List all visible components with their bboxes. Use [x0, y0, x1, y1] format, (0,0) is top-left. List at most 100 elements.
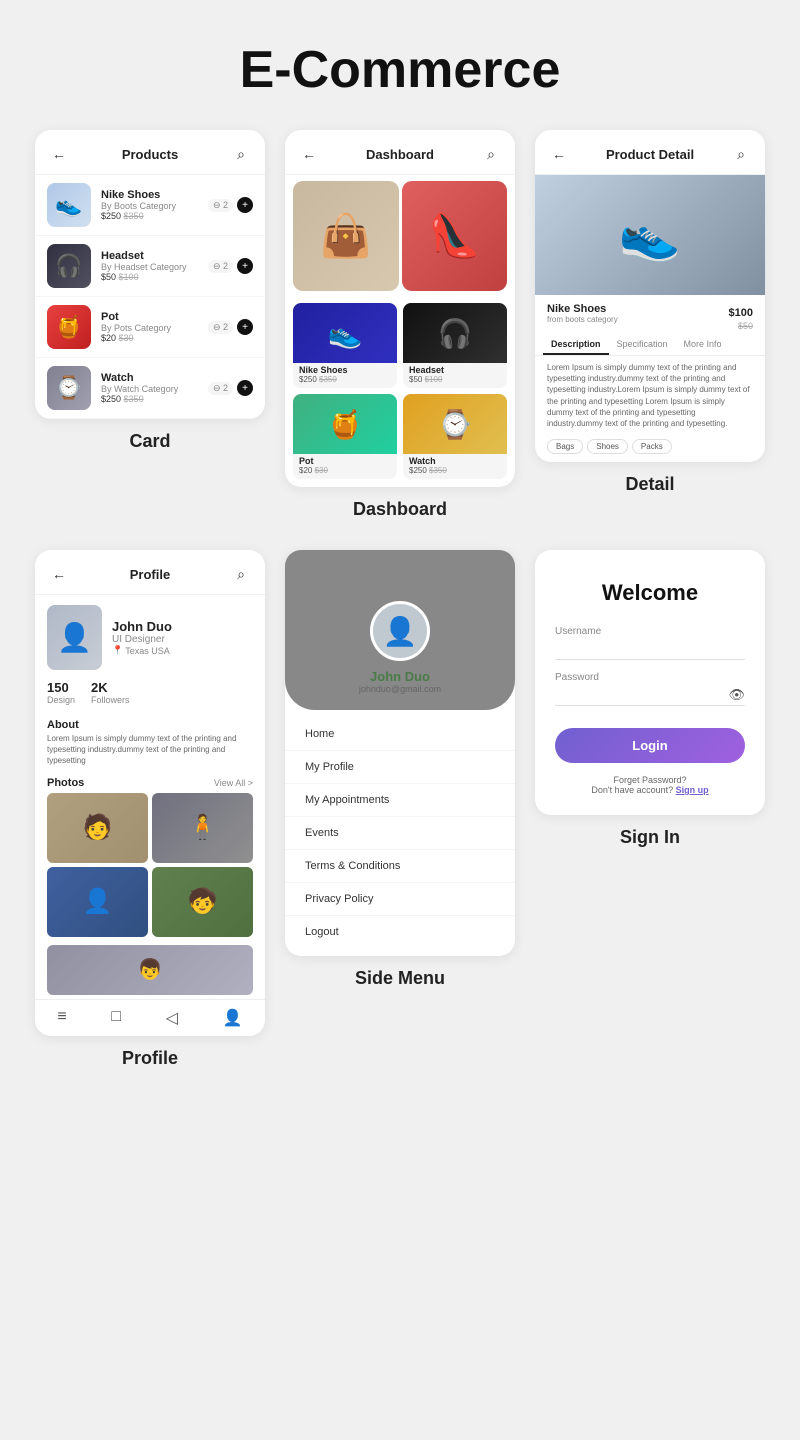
forgot-password-link[interactable]: Forget Password?: [613, 775, 686, 785]
photo-4: 🧒: [152, 867, 253, 937]
tag-shoes[interactable]: Shoes: [587, 439, 628, 454]
menu-item-profile[interactable]: My Profile: [285, 751, 515, 784]
profile-ui: ← Profile ⌕ 👤 John Duo UI Designer 📍 Tex…: [35, 550, 265, 1036]
product-thumb-shoes: 👟: [47, 183, 91, 227]
product-item-shoes[interactable]: 👟 Nike Shoes By Boots Category $250 $350…: [35, 175, 265, 236]
detail-search-icon[interactable]: ⌕: [731, 144, 751, 164]
tag-bags[interactable]: Bags: [547, 439, 583, 454]
nav-home-icon[interactable]: □: [111, 1008, 121, 1028]
profile-details: John Duo UI Designer 📍 Texas USA: [112, 619, 172, 656]
product-item-watch[interactable]: ⌚ Watch By Watch Category $250 $350 ⊖ 2 …: [35, 358, 265, 419]
product-item-pot[interactable]: 🍯 Pot By Pots Category $20 $30 ⊖ 2 +: [35, 297, 265, 358]
profile-title: Profile: [130, 567, 170, 582]
dashboard-ui: ← Dashboard ⌕ 👜 👠 👟 Nike Shoes $250 $350…: [285, 130, 515, 487]
stat-design: 150 Design: [47, 680, 75, 705]
dash-item-headset[interactable]: 🎧 Headset $50 $100: [403, 303, 507, 388]
dash-item-pot[interactable]: 🍯 Pot $20 $30: [293, 394, 397, 479]
page-title: E-Commerce: [0, 40, 800, 100]
detail-tabs: Description Specification More Info: [535, 335, 765, 356]
location-icon: 📍: [112, 645, 123, 656]
dash-img-watch: ⌚: [403, 394, 507, 454]
nav-back-icon[interactable]: ◁: [166, 1008, 178, 1028]
password-input-wrap: 👁: [555, 685, 745, 706]
product-info-shoes: Nike Shoes By Boots Category $250 $350: [101, 189, 198, 221]
product-info-watch: Watch By Watch Category $250 $350: [101, 372, 198, 404]
password-field: Password 👁: [555, 672, 745, 706]
signin-label: Sign In: [620, 827, 680, 848]
product-actions-pot: ⊖ 2 +: [208, 319, 253, 335]
tab-more-info[interactable]: More Info: [676, 335, 730, 355]
product-thumb-headset: 🎧: [47, 244, 91, 288]
product-info-pot: Pot By Pots Category $20 $30: [101, 311, 198, 343]
row-1: ← Products ⌕ 👟 Nike Shoes By Boots Categ…: [0, 110, 800, 540]
menu-item-terms[interactable]: Terms & Conditions: [285, 850, 515, 883]
card-label: Card: [129, 431, 170, 452]
profile-search-icon[interactable]: ⌕: [231, 564, 251, 584]
dashboard-phone: ← Dashboard ⌕ 👜 👠 👟 Nike Shoes $250 $350…: [285, 130, 515, 520]
page-header: E-Commerce: [0, 0, 800, 110]
dashboard-hero: 👜 👠: [285, 175, 515, 295]
add-btn-headset[interactable]: +: [237, 258, 253, 274]
signup-prompt: Don't have account? Sign up: [591, 785, 708, 795]
tag-packs[interactable]: Packs: [632, 439, 672, 454]
username-label: Username: [555, 626, 745, 637]
photos-header: Photos View All >: [35, 773, 265, 793]
dashboard-grid: 👟 Nike Shoes $250 $350 🎧 Headset $50 $10…: [285, 295, 515, 487]
detail-product-header: Nike Shoes from boots category $100 $50: [535, 295, 765, 335]
profile-label: Profile: [122, 1048, 178, 1069]
profile-user-block: 👤 John Duo UI Designer 📍 Texas USA: [35, 595, 265, 680]
tab-description[interactable]: Description: [543, 335, 609, 355]
detail-back-icon[interactable]: ←: [549, 144, 569, 164]
dashboard-label: Dashboard: [353, 499, 447, 520]
menu-item-home[interactable]: Home: [285, 718, 515, 751]
detail-phone: ← Product Detail ⌕ 👟 Nike Shoes from boo…: [535, 130, 765, 520]
sidemenu-phone: 👤 John Duo johnduo@gmail.com Home My Pro…: [285, 550, 515, 1069]
password-input[interactable]: [555, 685, 745, 706]
signup-link[interactable]: Sign up: [676, 785, 709, 795]
side-menu-items: Home My Profile My Appointments Events T…: [285, 710, 515, 956]
view-all-btn[interactable]: View All >: [214, 778, 253, 788]
card-back-icon[interactable]: ←: [49, 144, 69, 164]
toggle-password-icon[interactable]: 👁: [728, 687, 745, 703]
detail-product-info: Nike Shoes from boots category: [547, 303, 618, 324]
detail-app-bar: ← Product Detail ⌕: [535, 130, 765, 175]
dashboard-search-icon[interactable]: ⌕: [481, 144, 501, 164]
photos-grid: 🧑 🧍 👤 🧒: [35, 793, 265, 945]
card-title: Products: [122, 147, 178, 162]
menu-item-privacy[interactable]: Privacy Policy: [285, 883, 515, 916]
dash-img-shoes: 👟: [293, 303, 397, 363]
dashboard-title: Dashboard: [366, 147, 434, 162]
username-input[interactable]: [555, 639, 745, 660]
photo-5: 👦: [47, 945, 253, 995]
photo-1: 🧑: [47, 793, 148, 863]
product-item-headset[interactable]: 🎧 Headset By Headset Category $50 $100 ⊖…: [35, 236, 265, 297]
username-field: Username: [555, 626, 745, 660]
side-user-name: John Duo: [370, 669, 430, 684]
menu-item-appointments[interactable]: My Appointments: [285, 784, 515, 817]
dash-item-shoes[interactable]: 👟 Nike Shoes $250 $350: [293, 303, 397, 388]
add-btn-shoes[interactable]: +: [237, 197, 253, 213]
side-user-email: johnduo@gmail.com: [359, 684, 441, 694]
login-button[interactable]: Login: [555, 728, 745, 763]
signin-phone: Welcome Username Password 👁 Login Forget…: [535, 550, 765, 1069]
card-search-icon[interactable]: ⌕: [231, 144, 251, 164]
dashboard-back-icon[interactable]: ←: [299, 144, 319, 164]
tab-specification[interactable]: Specification: [609, 335, 676, 355]
product-thumb-pot: 🍯: [47, 305, 91, 349]
side-menu-bg: 👤 John Duo johnduo@gmail.com: [285, 550, 515, 710]
product-list: 👟 Nike Shoes By Boots Category $250 $350…: [35, 175, 265, 419]
add-btn-watch[interactable]: +: [237, 380, 253, 396]
menu-item-logout[interactable]: Logout: [285, 916, 515, 948]
dash-item-watch[interactable]: ⌚ Watch $250 $350: [403, 394, 507, 479]
detail-label: Detail: [625, 474, 674, 495]
nav-menu-icon[interactable]: ≡: [57, 1008, 66, 1028]
dashboard-app-bar: ← Dashboard ⌕: [285, 130, 515, 175]
add-btn-pot[interactable]: +: [237, 319, 253, 335]
profile-app-bar: ← Profile ⌕: [35, 550, 265, 595]
profile-back-icon[interactable]: ←: [49, 564, 69, 584]
product-actions-watch: ⊖ 2 +: [208, 380, 253, 396]
menu-item-events[interactable]: Events: [285, 817, 515, 850]
card-app-bar: ← Products ⌕: [35, 130, 265, 175]
nav-profile-icon[interactable]: 👤: [223, 1008, 243, 1028]
profile-avatar: 👤: [47, 605, 102, 670]
